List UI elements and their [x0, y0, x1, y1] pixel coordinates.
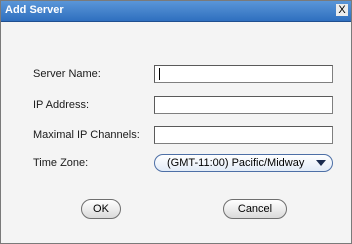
cancel-button[interactable]: Cancel [223, 199, 287, 219]
text-caret [159, 68, 160, 80]
chevron-down-icon[interactable] [316, 160, 326, 166]
timezone-label: Time Zone: [33, 157, 89, 169]
title-bar[interactable]: Add Server X [1, 1, 351, 22]
server-name-label: Server Name: [33, 68, 101, 80]
dialog-title: Add Server [5, 4, 64, 16]
ip-channels-label: Maximal IP Channels: [33, 129, 140, 141]
server-name-input[interactable] [154, 65, 333, 83]
timezone-selected-value: (GMT-11:00) Pacific/Midway [167, 157, 305, 169]
add-server-dialog: Add Server X Server Name: IP Address: Ma… [0, 0, 352, 244]
ok-button[interactable]: OK [81, 199, 121, 219]
close-button[interactable]: X [336, 4, 348, 16]
ip-channels-input[interactable] [154, 126, 333, 144]
ip-address-label: IP Address: [33, 99, 90, 111]
timezone-select[interactable]: (GMT-11:00) Pacific/Midway [154, 154, 333, 172]
ip-address-input[interactable] [154, 96, 333, 114]
